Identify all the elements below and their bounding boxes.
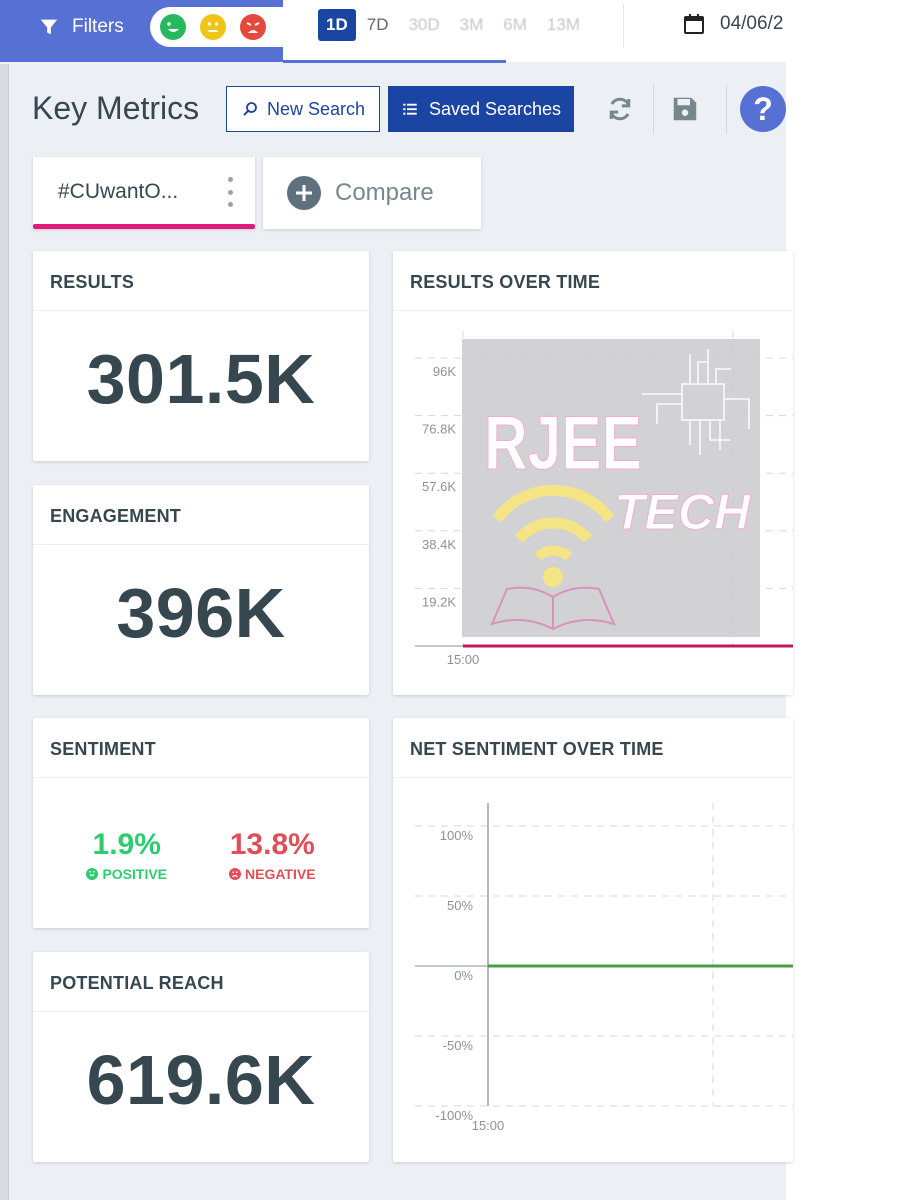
potential-reach-title: POTENTIAL REACH xyxy=(33,952,369,1012)
filter-icon xyxy=(40,19,58,35)
y-tick-label: 96K xyxy=(433,364,456,379)
range-tab-1d[interactable]: 1D xyxy=(318,9,356,41)
search-tab-active[interactable]: #CUwantO... xyxy=(33,157,255,229)
search-icon xyxy=(243,102,257,116)
x-tick-label: 15:00 xyxy=(447,652,480,667)
sentiment-card: SENTIMENT 1.9% POSITIVE 13.8% NEGATIVE xyxy=(33,718,369,928)
new-search-label: New Search xyxy=(266,98,366,119)
negative-sentiment: 13.8% NEGATIVE xyxy=(229,828,316,882)
range-tab-13m[interactable]: 13M xyxy=(538,9,589,41)
positive-value: 1.9% xyxy=(92,828,161,861)
negative-label: NEGATIVE xyxy=(245,866,316,882)
left-rail xyxy=(0,64,9,1200)
sentiment-title: SENTIMENT xyxy=(33,718,369,778)
date-picker[interactable]: 04/06/2 xyxy=(682,12,783,36)
top-bar: Filters 1D 7D 30D 3M 6M 13M 04/06/2 xyxy=(0,0,786,64)
wifi-book-graphic xyxy=(490,484,616,631)
filters-button[interactable]: Filters xyxy=(38,14,124,40)
watermark-image: RJEE TECH xyxy=(462,339,760,637)
results-title: RESULTS xyxy=(33,251,369,311)
watermark-text-rjee: RJEE xyxy=(484,401,642,486)
plus-icon xyxy=(287,176,321,210)
y-tick-label: 100% xyxy=(440,828,474,843)
save-icon xyxy=(673,97,697,121)
range-tab-6m[interactable]: 6M xyxy=(494,9,536,41)
positive-sentiment-filter[interactable] xyxy=(160,14,186,40)
list-icon xyxy=(403,103,417,115)
sentiment-filter-pill xyxy=(150,7,290,47)
range-tabs: 1D 7D 30D 3M 6M 13M xyxy=(318,9,589,41)
app-background: Filters 1D 7D 30D 3M 6M 13M 04/06/2 Key … xyxy=(0,0,793,1200)
positive-label-row: POSITIVE xyxy=(86,866,167,882)
watermark-text-tech: TECH xyxy=(614,484,751,540)
y-tick-label: 0% xyxy=(454,968,473,983)
saved-searches-button[interactable]: Saved Searches xyxy=(388,86,574,132)
sentiment-values: 1.9% POSITIVE 13.8% NEGATIVE xyxy=(33,828,369,882)
y-tick-label: -50% xyxy=(443,1038,474,1053)
net-sentiment-card: NET SENTIMENT OVER TIME 100% 50% 0% -50% -10… xyxy=(393,718,793,1162)
frown-icon xyxy=(229,868,242,880)
y-tick-label: -100% xyxy=(435,1108,473,1123)
angry-face-icon xyxy=(246,22,260,33)
engagement-value: 396K xyxy=(116,574,286,652)
net-sentiment-chart: 100% 50% 0% -50% -100%15:00 xyxy=(415,803,793,1133)
results-value: 301.5K xyxy=(86,340,316,418)
positive-label: POSITIVE xyxy=(102,866,168,882)
range-tab-3m[interactable]: 3M xyxy=(451,9,493,41)
y-tick-label: 19.2K xyxy=(422,594,456,609)
range-underline xyxy=(283,60,506,63)
range-tab-7d[interactable]: 7D xyxy=(358,9,398,41)
y-tick-label: 57.6K xyxy=(422,479,456,494)
x-tick-label: 15:00 xyxy=(472,1118,505,1133)
laughing-face-icon xyxy=(167,22,179,32)
net-sentiment-title: NET SENTIMENT OVER TIME xyxy=(393,718,793,778)
filters-area: Filters xyxy=(0,0,290,62)
compare-label: Compare xyxy=(335,179,434,206)
compare-button[interactable]: Compare xyxy=(263,157,481,229)
negative-label-row: NEGATIVE xyxy=(229,866,316,882)
save-button[interactable] xyxy=(664,88,706,130)
range-tab-30d[interactable]: 30D xyxy=(399,9,448,41)
results-card: RESULTS 301.5K xyxy=(33,251,369,461)
search-tab-label: #CUwantO... xyxy=(58,180,179,203)
refresh-button[interactable] xyxy=(599,88,641,130)
neutral-sentiment-filter[interactable] xyxy=(200,14,226,40)
results-over-time-title: RESULTS OVER TIME xyxy=(393,251,793,311)
negative-value: 13.8% xyxy=(229,828,315,861)
smile-icon xyxy=(86,868,99,880)
toolbar-separator xyxy=(726,84,727,134)
date-text: 04/06/2 xyxy=(720,13,784,34)
new-search-button[interactable]: New Search xyxy=(226,86,380,132)
help-button[interactable]: ? xyxy=(740,86,786,132)
saved-searches-label: Saved Searches xyxy=(428,98,562,119)
y-tick-label: 38.4K xyxy=(422,537,456,552)
positive-sentiment: 1.9% POSITIVE xyxy=(86,828,167,882)
range-divider xyxy=(623,4,624,48)
neutral-face-icon xyxy=(207,22,219,32)
active-tab-indicator xyxy=(33,224,255,229)
potential-reach-value: 619.6K xyxy=(86,1041,316,1119)
y-tick-label: 50% xyxy=(447,898,473,913)
filters-label: Filters xyxy=(72,16,124,37)
engagement-card: ENGAGEMENT 396K xyxy=(33,485,369,695)
potential-reach-card: POTENTIAL REACH 619.6K xyxy=(33,952,369,1162)
circuit-graphic xyxy=(642,349,750,455)
toolbar-separator xyxy=(653,84,654,134)
calendar-icon xyxy=(684,14,704,34)
engagement-title: ENGAGEMENT xyxy=(33,485,369,545)
page-title: Key Metrics xyxy=(32,90,200,126)
refresh-icon xyxy=(609,97,631,121)
help-icon: ? xyxy=(753,90,773,127)
more-options-icon[interactable] xyxy=(225,177,235,207)
negative-sentiment-filter[interactable] xyxy=(240,14,266,40)
y-tick-label: 76.8K xyxy=(422,422,456,437)
